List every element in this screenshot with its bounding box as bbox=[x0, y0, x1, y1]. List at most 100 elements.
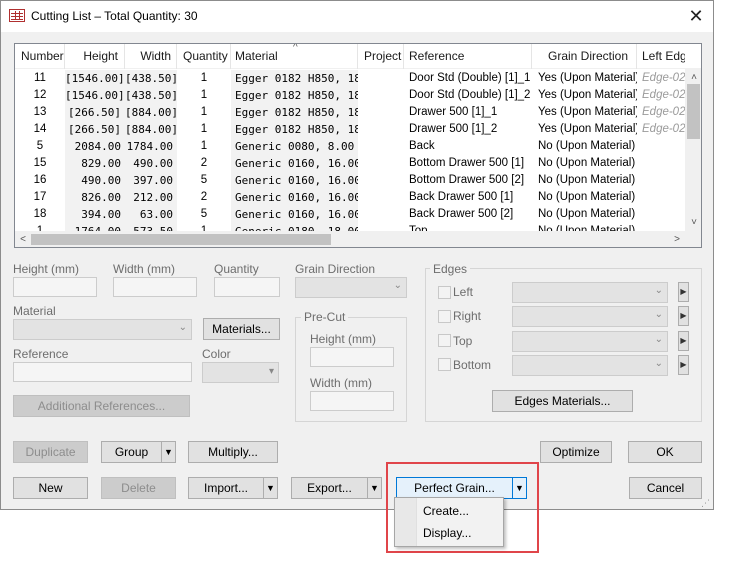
edge-bottom-select[interactable]: ⌄ bbox=[512, 355, 668, 376]
cell-number: 12 bbox=[33, 89, 47, 101]
color-select[interactable]: ▾ bbox=[202, 362, 279, 383]
table-row[interactable]: 13 [266.50][884.00] 1 Egger 0182 H850, 18.0… bbox=[15, 104, 685, 121]
column-header-quantity[interactable]: Quantity bbox=[177, 44, 231, 69]
cell-height: [1546.00] bbox=[65, 70, 125, 87]
table-row[interactable]: 14 [266.50][884.00] 1 Egger 0182 H850, 18.0… bbox=[15, 121, 685, 138]
column-header-height[interactable]: Height bbox=[65, 44, 125, 69]
dropdown-arrow-icon[interactable]: ▼ bbox=[367, 478, 381, 498]
table-row[interactable]: 5 2084.00 1784.00 1 Generic 0080, 8.00 Back No… bbox=[15, 138, 685, 155]
menu-icon-column bbox=[395, 498, 417, 546]
column-header-left-edge[interactable]: Left Edge bbox=[637, 44, 685, 69]
cell-width: 212.00 bbox=[125, 189, 177, 206]
column-header-grain-direction[interactable]: Grain Direction bbox=[532, 44, 637, 69]
edge-top-checkbox[interactable] bbox=[438, 334, 451, 347]
new-button[interactable]: New bbox=[13, 477, 88, 499]
cell-grain: No (Upon Material) bbox=[538, 157, 636, 169]
table-row[interactable]: 17 826.00 212.00 2 Generic 0160, 16.00 Back D… bbox=[15, 189, 685, 206]
cell-quantity: 1 bbox=[200, 123, 208, 135]
column-header-number[interactable]: Number bbox=[15, 44, 65, 69]
edge-right-select[interactable]: ⌄ bbox=[512, 306, 668, 327]
cell-project bbox=[358, 87, 404, 104]
precut-label: Pre-Cut bbox=[301, 310, 349, 324]
cell-reference: Back Drawer 500 [1] bbox=[409, 191, 514, 203]
cell-grain: Yes (Upon Material) bbox=[538, 72, 637, 84]
edge-bottom-arrow-icon[interactable]: ▶ bbox=[678, 355, 689, 375]
edge-bottom-checkbox[interactable] bbox=[438, 358, 451, 371]
import-button-label: Import... bbox=[203, 481, 248, 495]
table-row[interactable]: 16 490.00 397.00 5 Generic 0160, 16.00 Bottom… bbox=[15, 172, 685, 189]
multiply-button[interactable]: Multiply... bbox=[188, 441, 278, 463]
chevron-down-icon: ⌄ bbox=[654, 309, 663, 320]
edge-left-checkbox[interactable] bbox=[438, 286, 451, 299]
edge-top-select[interactable]: ⌄ bbox=[512, 331, 668, 352]
column-header-reference[interactable]: Reference bbox=[404, 44, 532, 69]
table-row[interactable]: 15 829.00 490.00 2 Generic 0160, 16.00 Bottom… bbox=[15, 155, 685, 172]
cell-grain: Yes (Upon Material) bbox=[538, 106, 637, 118]
quantity-input[interactable] bbox=[214, 277, 280, 297]
menu-item-create[interactable]: Create... bbox=[423, 501, 469, 521]
ok-button[interactable]: OK bbox=[628, 441, 702, 463]
group-button[interactable]: Group ▼ bbox=[101, 441, 176, 463]
grain-direction-select[interactable]: ⌄ bbox=[295, 277, 407, 298]
table-body: 11[1546.00][438.50]1Egger 0182 H850, 18.… bbox=[15, 69, 685, 231]
precut-width-input[interactable] bbox=[310, 391, 394, 411]
height-input[interactable] bbox=[13, 277, 97, 297]
cell-material: Generic 0160, 16.00 bbox=[231, 155, 358, 172]
horizontal-scroll-thumb[interactable] bbox=[31, 234, 331, 245]
scroll-down-icon[interactable]: ˅ bbox=[686, 214, 701, 231]
optimize-button[interactable]: Optimize bbox=[540, 441, 612, 463]
cell-material: Egger 0182 H850, 18.00 bbox=[231, 104, 358, 121]
cell-width: [884.00] bbox=[125, 104, 177, 121]
dropdown-arrow-icon[interactable]: ▼ bbox=[161, 442, 175, 462]
table-row[interactable]: 12 [1546.00][438.50] 1 Egger 0182 H850, 18.… bbox=[15, 87, 685, 104]
material-select[interactable]: ⌄ bbox=[13, 319, 192, 340]
materials-button[interactable]: Materials... bbox=[203, 318, 280, 340]
duplicate-button[interactable]: Duplicate bbox=[13, 441, 88, 463]
import-button[interactable]: Import... ▼ bbox=[188, 477, 278, 499]
additional-references-button[interactable]: Additional References... bbox=[13, 395, 190, 417]
precut-height-label: Height (mm) bbox=[310, 332, 377, 346]
app-table-icon bbox=[9, 9, 25, 22]
column-header-width[interactable]: Width bbox=[125, 44, 177, 69]
cancel-button[interactable]: Cancel bbox=[629, 477, 702, 499]
column-header-project[interactable]: Project bbox=[358, 44, 404, 69]
cell-reference: Drawer 500 [1]_1 bbox=[409, 106, 498, 118]
edge-left-arrow-icon[interactable]: ▶ bbox=[678, 282, 689, 302]
table-row[interactable]: 18 394.00 63.00 5 Generic 0160, 16.00 Back Dr… bbox=[15, 206, 685, 223]
menu-item-display[interactable]: Display... bbox=[423, 523, 471, 543]
edge-left-select[interactable]: ⌄ bbox=[512, 282, 668, 303]
cell-left-edge: Edge-02 bbox=[642, 123, 685, 135]
edges-materials-button[interactable]: Edges Materials... bbox=[492, 390, 633, 412]
edge-right-checkbox[interactable] bbox=[438, 310, 451, 323]
cell-reference: Back Drawer 500 [2] bbox=[409, 208, 514, 220]
vertical-scroll-thumb[interactable] bbox=[687, 84, 700, 139]
cell-height: [266.50] bbox=[65, 121, 125, 138]
table-row[interactable]: 11 [1546.00][438.50] 1 Egger 0182 H850, 18.… bbox=[15, 70, 685, 87]
width-input[interactable] bbox=[113, 277, 197, 297]
edge-top-arrow-icon[interactable]: ▶ bbox=[678, 331, 689, 351]
color-label: Color bbox=[202, 347, 231, 361]
cell-quantity: 1 bbox=[200, 140, 208, 152]
cell-number: 11 bbox=[34, 72, 46, 84]
precut-height-input[interactable] bbox=[310, 347, 394, 367]
close-icon[interactable]: ✕ bbox=[685, 5, 707, 27]
resize-grip-icon[interactable]: ⋰ bbox=[701, 498, 710, 509]
dropdown-arrow-icon[interactable]: ▼ bbox=[263, 478, 277, 498]
table-row[interactable]: 1 1764.00573.50 1 Generic 0180, 18.00 Top No … bbox=[15, 223, 685, 231]
cell-quantity: 5 bbox=[200, 174, 208, 186]
cell-left-edge: Edge-02 bbox=[642, 72, 685, 84]
scroll-left-icon[interactable]: < bbox=[15, 231, 31, 247]
cell-left-edge bbox=[637, 172, 685, 189]
cutting-list-table[interactable]: ^ Number Height Width Quantity Material … bbox=[14, 43, 702, 248]
edge-left-label: Left bbox=[453, 285, 474, 299]
export-button[interactable]: Export... ▼ bbox=[291, 477, 382, 499]
reference-input[interactable] bbox=[13, 362, 192, 382]
scroll-right-icon[interactable]: > bbox=[669, 231, 685, 247]
delete-button[interactable]: Delete bbox=[101, 477, 176, 499]
cell-project bbox=[358, 189, 404, 206]
edge-right-arrow-icon[interactable]: ▶ bbox=[678, 306, 689, 326]
precut-width-label: Width (mm) bbox=[310, 376, 372, 390]
column-header-material[interactable]: Material bbox=[231, 44, 358, 69]
cell-grain: Yes (Upon Material) bbox=[538, 89, 637, 101]
cell-height: 1764.00 bbox=[65, 223, 125, 231]
